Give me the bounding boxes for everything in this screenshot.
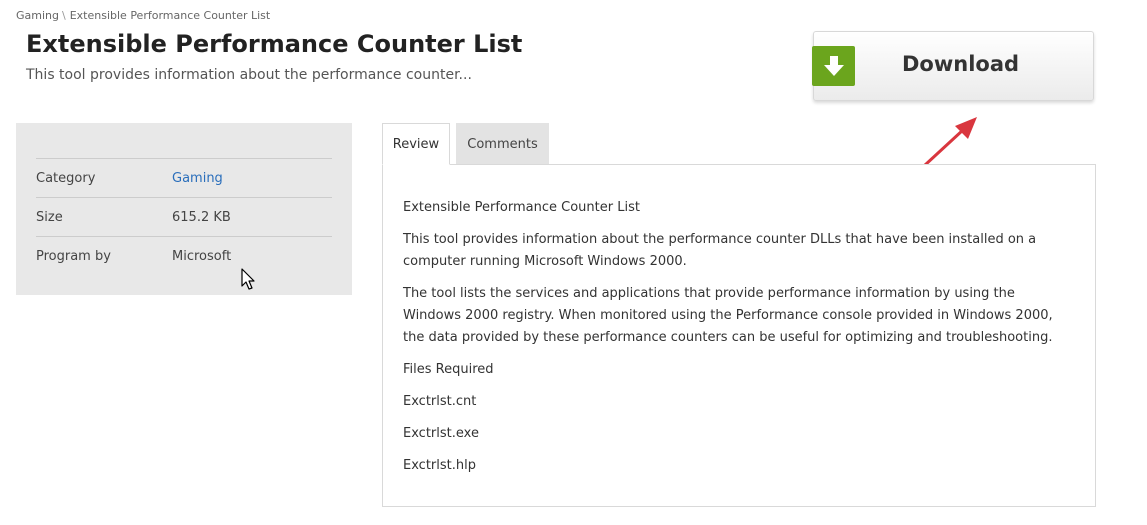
page-title: Extensible Performance Counter List (26, 30, 523, 58)
breadcrumb: Gaming \ Extensible Performance Counter Li… (16, 9, 270, 22)
tab-bar: Review Comments (382, 123, 549, 165)
review-panel: Extensible Performance Counter List This… (382, 164, 1096, 507)
review-paragraph: Exctrlst.cnt (403, 394, 477, 409)
info-value: Microsoft (172, 249, 232, 264)
info-row-category: Category Gaming (36, 159, 332, 198)
download-arrow-icon (812, 46, 855, 86)
download-button[interactable]: Download (812, 31, 1094, 101)
info-table: Category Gaming Size 615.2 KB Program by… (36, 158, 332, 276)
info-label: Program by (36, 249, 111, 264)
review-paragraph: Exctrlst.exe (403, 426, 479, 441)
breadcrumb-link-gaming[interactable]: Gaming (16, 9, 59, 22)
info-panel: Category Gaming Size 615.2 KB Program by… (16, 123, 352, 295)
review-content: Extensible Performance Counter List This… (403, 197, 1073, 487)
review-paragraph: This tool provides information about the… (403, 232, 1037, 269)
info-label: Size (36, 209, 63, 225)
info-value: 615.2 KB (172, 209, 231, 225)
mouse-cursor-icon (241, 268, 255, 290)
breadcrumb-current: Extensible Performance Counter List (69, 9, 271, 22)
info-row-size: Size 615.2 KB (36, 198, 332, 237)
page-subtitle: This tool provides information about the… (26, 67, 472, 83)
download-label: Download (902, 52, 1020, 76)
tab-comments[interactable]: Comments (456, 123, 549, 165)
review-paragraph: Extensible Performance Counter List (403, 200, 640, 215)
review-paragraph: Files Required (403, 362, 494, 377)
info-row-program-by: Program by Microsoft (36, 237, 332, 276)
breadcrumb-separator: \ (62, 9, 66, 22)
info-label: Category (36, 170, 96, 186)
category-link[interactable]: Gaming (172, 171, 223, 186)
review-paragraph: The tool lists the services and applicat… (403, 286, 1053, 345)
review-paragraph: Exctrlst.hlp (403, 458, 476, 473)
tab-review[interactable]: Review (382, 123, 450, 165)
